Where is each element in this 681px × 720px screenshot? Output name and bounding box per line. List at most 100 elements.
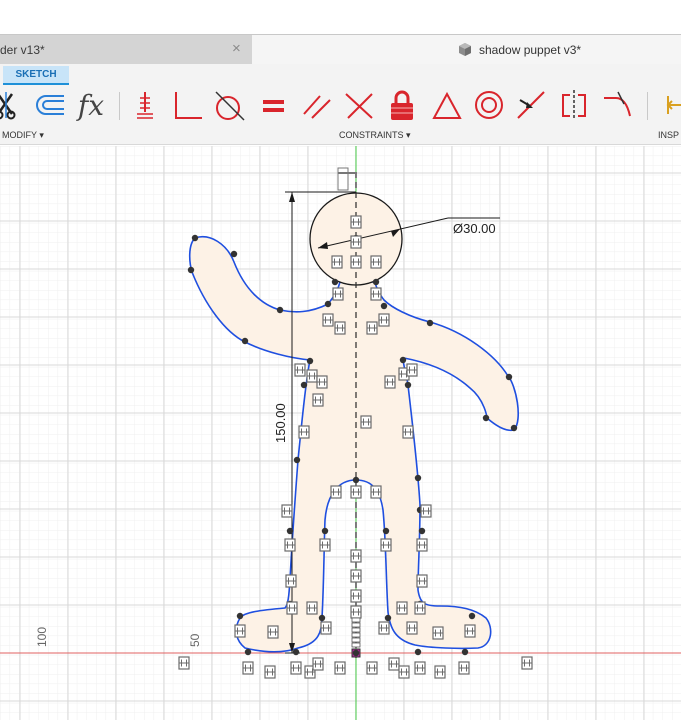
- sketch-point[interactable]: [244, 648, 252, 656]
- constraint-glyph[interactable]: [298, 425, 310, 439]
- constraint-glyph[interactable]: [281, 504, 293, 518]
- sketch-point[interactable]: [372, 278, 380, 286]
- constraint-glyph[interactable]: [322, 313, 334, 327]
- sketch-point[interactable]: [352, 476, 360, 484]
- constraint-glyph[interactable]: [350, 235, 362, 249]
- constraint-glyph[interactable]: [264, 665, 276, 679]
- measure-tool-button[interactable]: [658, 88, 681, 122]
- constraint-glyph[interactable]: [331, 255, 343, 269]
- constraint-glyph[interactable]: [350, 605, 362, 619]
- constraint-glyph[interactable]: [414, 601, 426, 615]
- triangle-tool-button[interactable]: [430, 88, 464, 122]
- constraint-glyph[interactable]: [366, 661, 378, 675]
- sketch-point[interactable]: [482, 414, 490, 422]
- equal-tool-button[interactable]: [257, 88, 291, 122]
- constraint-glyph[interactable]: [316, 375, 328, 389]
- sketch-point[interactable]: [380, 302, 388, 310]
- constraint-glyph[interactable]: [306, 601, 318, 615]
- constraint-glyph[interactable]: [334, 321, 346, 335]
- parallel-tool-button[interactable]: [300, 88, 334, 122]
- sketch-point[interactable]: [324, 300, 332, 308]
- constraint-glyph[interactable]: [350, 215, 362, 229]
- sketch-point[interactable]: [426, 319, 434, 327]
- constraint-glyph[interactable]: [178, 656, 190, 670]
- constraint-glyph[interactable]: [319, 538, 331, 552]
- sketch-point[interactable]: [414, 648, 422, 656]
- constraint-glyph[interactable]: [286, 601, 298, 615]
- fix-tool-button[interactable]: [385, 88, 419, 122]
- constraint-glyph[interactable]: [398, 665, 410, 679]
- constraint-glyph[interactable]: [306, 369, 318, 383]
- constraint-glyph[interactable]: [330, 485, 342, 499]
- constraint-glyph[interactable]: [334, 661, 346, 675]
- constraint-glyph[interactable]: [380, 538, 392, 552]
- constraint-glyph[interactable]: [350, 589, 362, 603]
- fx-tool-button[interactable]: fx: [74, 88, 108, 122]
- constraint-glyph[interactable]: [384, 375, 396, 389]
- constraint-glyph[interactable]: [285, 574, 297, 588]
- constraint-glyph[interactable]: [414, 661, 426, 675]
- constraint-glyph[interactable]: [350, 549, 362, 563]
- sketch-point[interactable]: [321, 527, 329, 535]
- sketch-point[interactable]: [286, 527, 294, 535]
- modify-menu[interactable]: MODIFY ▾: [2, 130, 44, 141]
- sketch-point[interactable]: [510, 424, 518, 432]
- constraint-glyph[interactable]: [312, 393, 324, 407]
- sketch-point[interactable]: [230, 250, 238, 258]
- symmetry-tool-button[interactable]: [557, 88, 591, 122]
- constraint-glyph[interactable]: [416, 574, 428, 588]
- constraint-glyph[interactable]: [416, 538, 428, 552]
- constraint-glyph[interactable]: [351, 637, 361, 643]
- constraint-glyph[interactable]: [267, 625, 279, 639]
- sketch-point[interactable]: [382, 527, 390, 535]
- constraint-glyph[interactable]: [458, 661, 470, 675]
- tab-inactive-document[interactable]: der v13* ×: [0, 35, 252, 64]
- constraint-glyph[interactable]: [284, 538, 296, 552]
- constraint-glyph[interactable]: [521, 656, 533, 670]
- constraint-glyph[interactable]: [420, 504, 432, 518]
- constraint-glyph[interactable]: [351, 632, 361, 638]
- sketch-point[interactable]: [468, 612, 476, 620]
- diameter-dimension-label[interactable]: Ø30.00: [453, 221, 496, 236]
- horizontal-vertical-tool-button[interactable]: [128, 88, 162, 122]
- constraint-glyph[interactable]: [290, 661, 302, 675]
- collinear-tool-button[interactable]: [342, 88, 376, 122]
- tab-active-document[interactable]: shadow puppet v3*: [252, 35, 681, 64]
- close-tab-icon[interactable]: ×: [232, 40, 241, 57]
- constraint-glyph[interactable]: [402, 425, 414, 439]
- offset-tool-button[interactable]: [32, 88, 66, 122]
- perpendicular-tool-button[interactable]: [170, 88, 204, 122]
- sketch-point[interactable]: [384, 614, 392, 622]
- sketch-point[interactable]: [276, 306, 284, 314]
- sketch-point[interactable]: [399, 356, 407, 364]
- constraint-glyph[interactable]: [464, 624, 476, 638]
- constraint-glyph[interactable]: [388, 657, 400, 671]
- constraint-glyph[interactable]: [378, 621, 390, 635]
- constraint-glyph[interactable]: [350, 485, 362, 499]
- constraint-glyph[interactable]: [312, 657, 324, 671]
- constraint-glyph[interactable]: [370, 485, 382, 499]
- sketch-point[interactable]: [293, 456, 301, 464]
- sketch-point[interactable]: [404, 381, 412, 389]
- sketch-point[interactable]: [241, 337, 249, 345]
- constraint-glyph[interactable]: [350, 569, 362, 583]
- sketch-point[interactable]: [331, 278, 339, 286]
- constraints-menu[interactable]: CONSTRAINTS ▾: [339, 130, 411, 141]
- sketch-point[interactable]: [461, 648, 469, 656]
- sketch-canvas[interactable]: 150.00 Ø30.00 100 50: [0, 146, 681, 720]
- constraint-glyph[interactable]: [350, 255, 362, 269]
- sketch-point[interactable]: [505, 373, 513, 381]
- sketch-tab[interactable]: SKETCH: [3, 66, 69, 85]
- tangent-tool-button[interactable]: [212, 88, 246, 122]
- curvature-tool-button[interactable]: [600, 88, 634, 122]
- trim-tool-button[interactable]: [0, 88, 24, 122]
- sketch-point[interactable]: [352, 649, 360, 657]
- inspect-menu[interactable]: INSP: [658, 130, 679, 140]
- constraint-glyph[interactable]: [320, 621, 332, 635]
- constraint-glyph[interactable]: [242, 661, 254, 675]
- concentric-tool-button[interactable]: [472, 88, 506, 122]
- sketch-point[interactable]: [414, 474, 422, 482]
- constraint-glyph[interactable]: [360, 415, 372, 429]
- sketch-point[interactable]: [300, 381, 308, 389]
- sketch-point[interactable]: [418, 527, 426, 535]
